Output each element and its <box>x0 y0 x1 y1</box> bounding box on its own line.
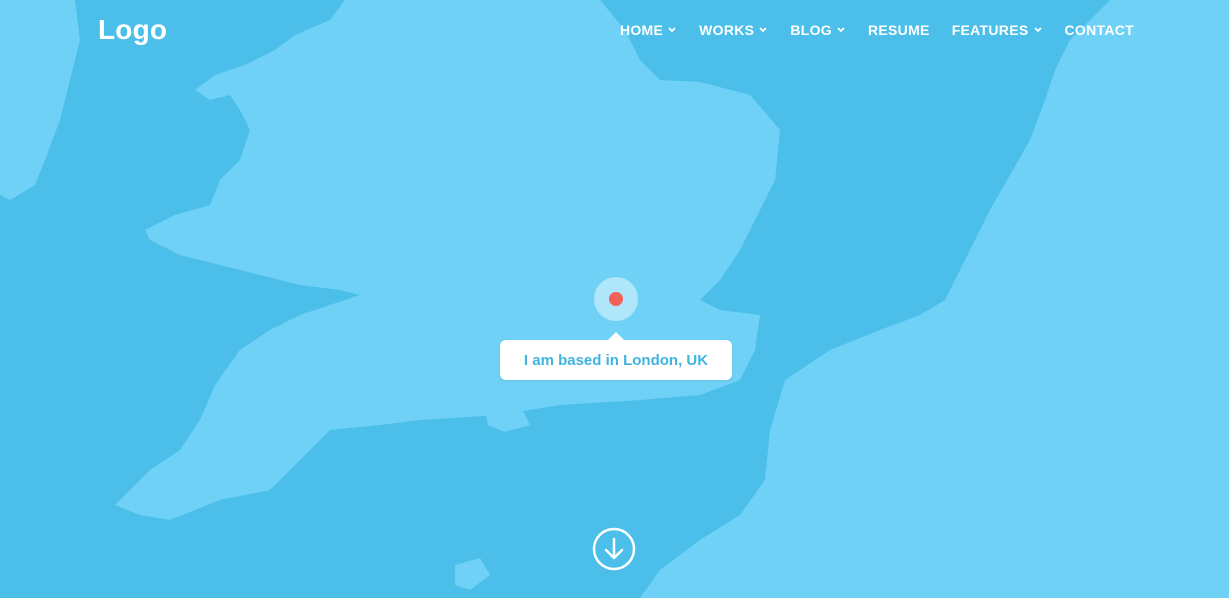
chevron-down-icon <box>837 27 845 33</box>
logo[interactable]: Logo <box>98 14 167 46</box>
chevron-down-icon <box>1033 27 1042 33</box>
nav-item-features[interactable]: FEATURES <box>952 22 1043 38</box>
nav-item-label: WORKS <box>699 22 755 38</box>
nav-item-works[interactable]: WORKS <box>699 22 768 38</box>
location-pin-dot <box>609 292 623 306</box>
location-tooltip: I am based in London, UK <box>500 332 732 380</box>
location-label: I am based in London, UK <box>523 351 709 369</box>
site-header: Logo HOME WORKS BLOG RESUME FEATURES CON… <box>0 0 1229 64</box>
nav-item-label: CONTACT <box>1064 22 1134 38</box>
nav-item-contact[interactable]: CONTACT <box>1065 22 1135 38</box>
nav-item-resume[interactable]: RESUME <box>868 22 930 38</box>
nav-item-home[interactable]: HOME <box>620 22 677 38</box>
nav-item-label: BLOG <box>790 22 832 38</box>
nav-item-label: FEATURES <box>951 22 1029 38</box>
arrow-down-circle-icon[interactable] <box>592 527 636 571</box>
nav-item-blog[interactable]: BLOG <box>790 22 846 38</box>
chevron-down-icon <box>759 27 767 33</box>
main-nav: HOME WORKS BLOG RESUME FEATURES CONTACT <box>620 22 1134 38</box>
location-pin[interactable] <box>594 277 638 321</box>
nav-item-label: HOME <box>619 22 664 38</box>
nav-item-label: RESUME <box>867 22 930 38</box>
chevron-down-icon <box>668 27 676 33</box>
